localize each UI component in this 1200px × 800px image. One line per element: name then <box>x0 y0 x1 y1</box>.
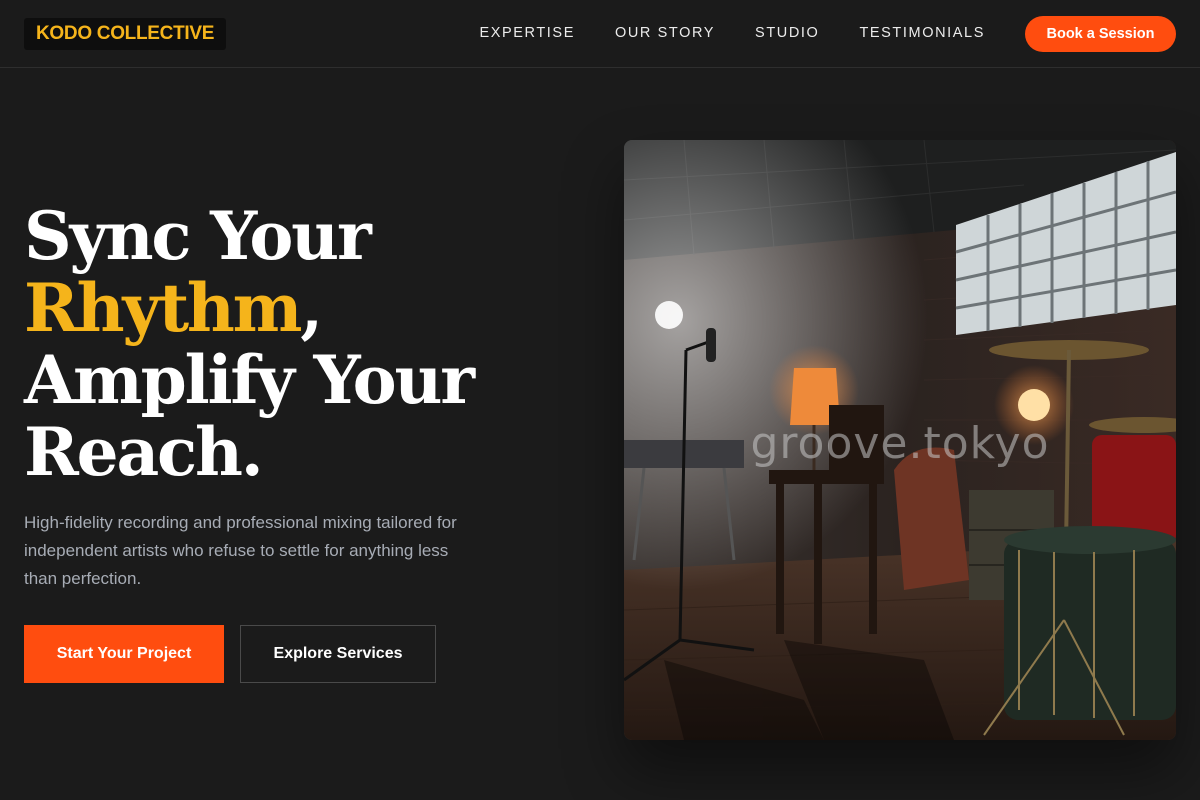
hero-title-accent: Rhythm <box>24 269 302 347</box>
start-project-button[interactable]: Start Your Project <box>24 625 224 683</box>
studio-photo: groove.tokyo <box>624 140 1176 740</box>
image-watermark: groove.tokyo <box>750 418 1050 469</box>
nav-link-testimonials[interactable]: TESTIMONIALS <box>859 25 985 41</box>
nav-link-expertise[interactable]: EXPERTISE <box>479 25 575 41</box>
hero-subtitle: High-fidelity recording and professional… <box>24 513 457 588</box>
hero-title-line-3: Amplify Your <box>24 341 475 419</box>
top-navbar: KODO COLLECTIVE EXPERTISE OUR STORY STUD… <box>0 0 1200 68</box>
hero-title-line-4: Reach. <box>24 413 264 491</box>
hero-title-line-1: Sync Your <box>24 197 372 275</box>
nav-link-studio[interactable]: STUDIO <box>755 25 819 41</box>
brand-logo[interactable]: KODO COLLECTIVE <box>24 18 227 50</box>
book-session-button[interactable]: Book a Session <box>1025 16 1176 52</box>
nav-links: EXPERTISE OUR STORY STUDIO TESTIMONIALS <box>479 0 985 66</box>
hero-title: Sync Your Rhythm, Amplify Your Reach. <box>24 200 544 488</box>
nav-link-our-story[interactable]: OUR STORY <box>615 25 715 41</box>
hero-title-comma: , <box>300 269 323 347</box>
explore-services-button[interactable]: Explore Services <box>240 625 436 683</box>
